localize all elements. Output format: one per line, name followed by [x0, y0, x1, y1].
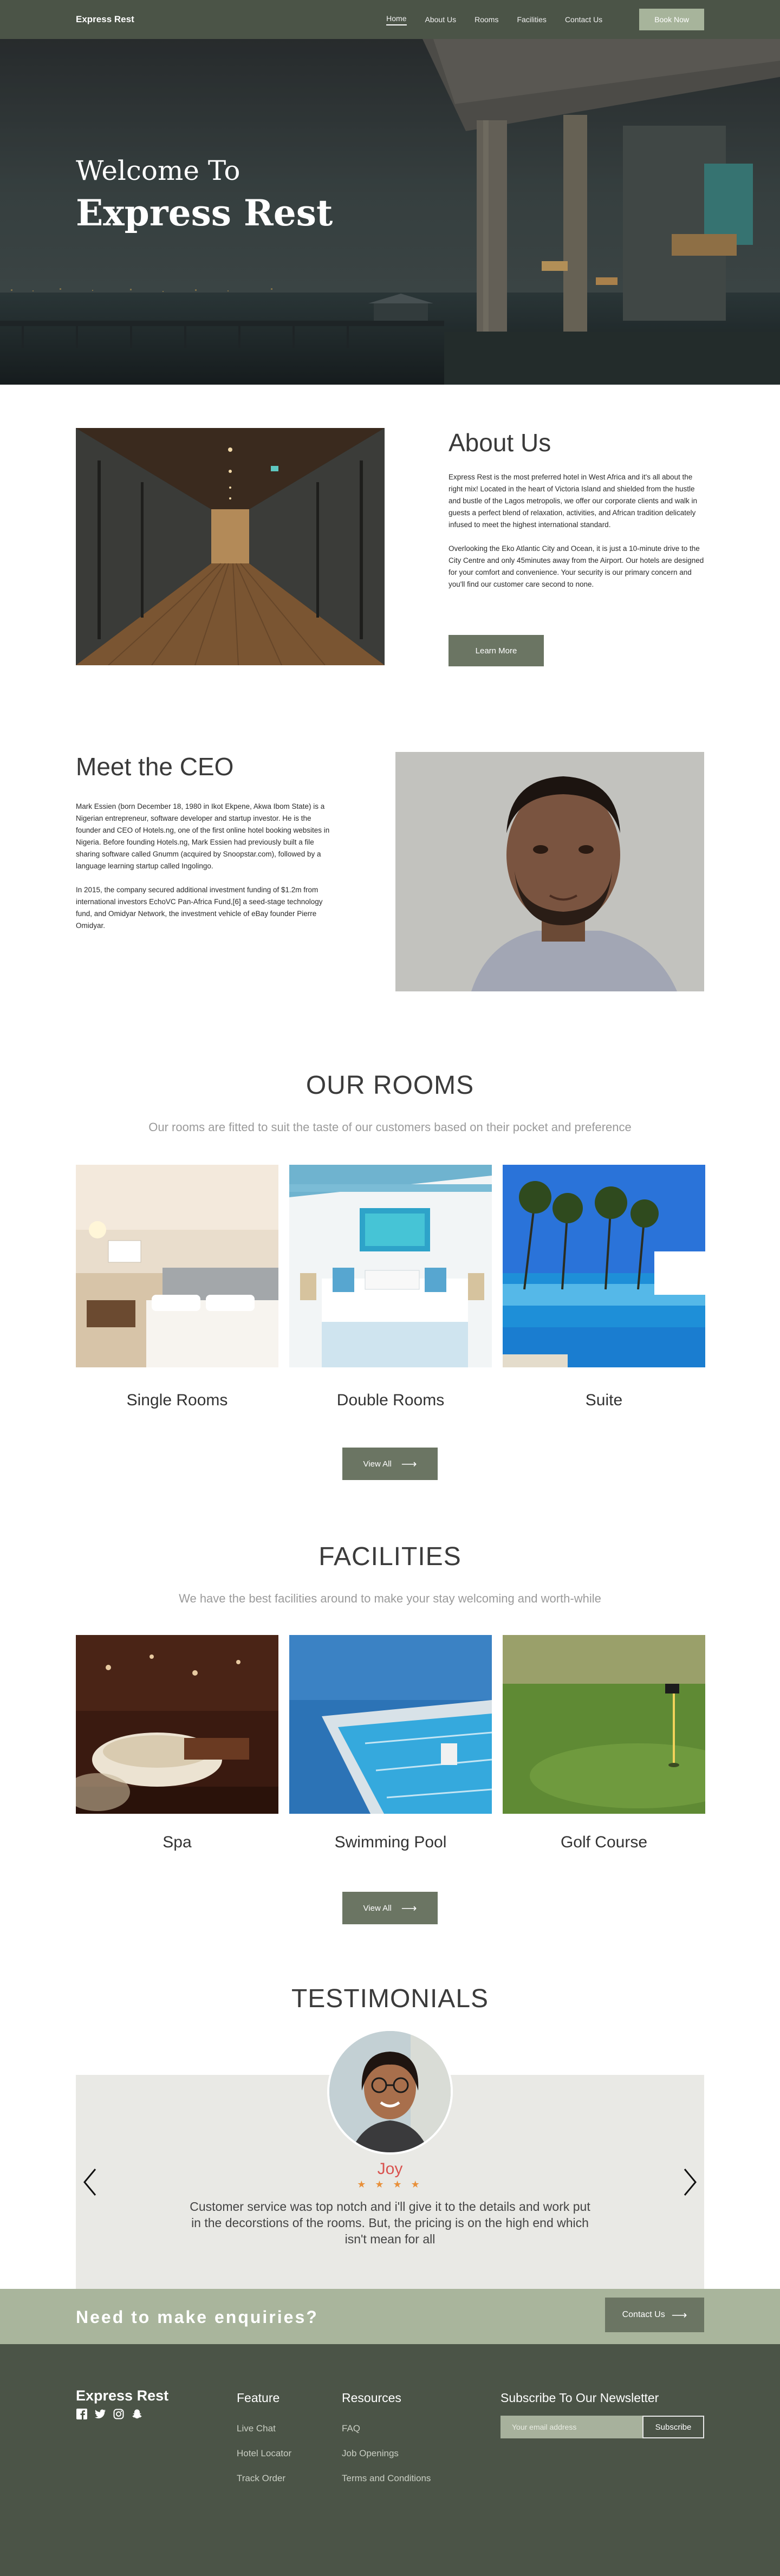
room-label-suite[interactable]: Suite — [503, 1391, 705, 1410]
hero-title: Express Rest — [76, 192, 333, 234]
snapchat-icon[interactable] — [131, 2408, 143, 2420]
double-room-image[interactable] — [289, 1165, 492, 1367]
enquiry-banner: Need to make enquiries? Contact Us ⟶ — [0, 2289, 780, 2344]
single-room-illustration — [76, 1165, 278, 1367]
footer: Express Rest Feature Live Chat Hotel Loc… — [0, 2344, 780, 2576]
suite-image[interactable] — [503, 1165, 705, 1367]
swimming-pool-image[interactable] — [289, 1635, 492, 1814]
about-body: Express Rest is the most preferred hotel… — [448, 471, 704, 602]
footer-link-track-order[interactable]: Track Order — [237, 2473, 285, 2484]
nav-link-contact[interactable]: Contact Us — [565, 15, 602, 24]
facility-label-spa[interactable]: Spa — [76, 1833, 278, 1852]
about-paragraph: Express Rest is the most preferred hotel… — [448, 473, 698, 529]
ceo-portrait-image — [395, 752, 704, 991]
ceo-paragraph: Mark Essien (born December 18, 1980 in I… — [76, 802, 330, 870]
pool-illustration — [289, 1635, 492, 1814]
subscribe-button[interactable]: Subscribe — [642, 2416, 704, 2438]
nav-link-home[interactable]: Home — [386, 14, 407, 25]
nav-links: Home About Us Rooms Facilities Contact U… — [386, 9, 704, 30]
contact-us-button[interactable]: Contact Us ⟶ — [605, 2298, 704, 2332]
book-now-button[interactable]: Book Now — [639, 9, 704, 30]
about-title: About Us — [448, 429, 551, 457]
arrow-right-icon: ⟶ — [401, 1902, 417, 1915]
single-room-image[interactable] — [76, 1165, 278, 1367]
avatar — [327, 2029, 453, 2155]
room-label-single[interactable]: Single Rooms — [76, 1391, 278, 1410]
golf-illustration — [503, 1635, 705, 1814]
facilities-title: FACILITIES — [318, 1542, 461, 1571]
nav-link-facilities[interactable]: Facilities — [517, 15, 546, 24]
footer-link-live-chat[interactable]: Live Chat — [237, 2423, 276, 2434]
rooms-subtitle: Our rooms are fitted to suit the taste o… — [148, 1120, 632, 1134]
rooms-view-all-button[interactable]: View All ⟶ — [342, 1448, 438, 1480]
testimonial-avatar-illustration — [329, 2031, 451, 2152]
ceo-paragraph: In 2015, the company secured additional … — [76, 886, 323, 930]
hallway-illustration — [76, 428, 385, 665]
facebook-icon[interactable] — [76, 2408, 88, 2420]
instagram-icon[interactable] — [113, 2408, 125, 2420]
testimonial-author: Joy — [377, 2160, 403, 2178]
contact-us-label: Contact Us — [622, 2310, 665, 2319]
brand-logo[interactable]: Express Rest — [76, 14, 134, 25]
chevron-right-icon[interactable] — [680, 2166, 700, 2198]
rating-stars: ★ ★ ★ ★ — [357, 2179, 423, 2190]
nav-link-rooms[interactable]: Rooms — [474, 15, 498, 24]
twitter-icon[interactable] — [94, 2408, 106, 2420]
enquiry-text: Need to make enquiries? — [76, 2307, 318, 2327]
footer-feature-title: Feature — [237, 2391, 280, 2405]
about-hallway-image — [76, 428, 385, 665]
room-label-double[interactable]: Double Rooms — [289, 1391, 492, 1410]
testimonials-title: TESTIMONIALS — [291, 1984, 489, 2013]
hero-banner: Welcome To Express Rest — [0, 39, 780, 385]
footer-link-terms[interactable]: Terms and Conditions — [342, 2473, 431, 2484]
footer-resources-title: Resources — [342, 2391, 401, 2405]
golf-course-image[interactable] — [503, 1635, 705, 1814]
facilities-subtitle: We have the best facilities around to ma… — [179, 1592, 601, 1605]
facility-label-golf[interactable]: Golf Course — [503, 1833, 705, 1852]
top-navbar: Express Rest Home About Us Rooms Facilit… — [0, 0, 780, 39]
spa-illustration — [76, 1635, 278, 1814]
chevron-left-icon[interactable] — [80, 2166, 100, 2198]
nav-link-about[interactable]: About Us — [425, 15, 457, 24]
suite-illustration — [503, 1165, 705, 1367]
view-all-label: View All — [363, 1903, 392, 1913]
rooms-title: OUR ROOMS — [306, 1071, 474, 1100]
view-all-label: View All — [363, 1459, 392, 1469]
arrow-right-icon: ⟶ — [401, 1458, 417, 1470]
social-links — [76, 2408, 143, 2420]
facility-label-pool[interactable]: Swimming Pool — [289, 1833, 492, 1852]
arrow-right-icon: ⟶ — [671, 2309, 687, 2321]
footer-brand: Express Rest — [76, 2387, 169, 2404]
facilities-view-all-button[interactable]: View All ⟶ — [342, 1892, 438, 1924]
testimonial-quote: Customer service was top notch and i'll … — [190, 2199, 590, 2246]
about-paragraph: Overlooking the Eko Atlantic City and Oc… — [448, 544, 704, 588]
newsletter-email-input[interactable] — [500, 2416, 642, 2438]
spa-image[interactable] — [76, 1635, 278, 1814]
ceo-title: Meet the CEO — [76, 752, 234, 781]
hero-welcome-text: Welcome To — [76, 155, 240, 186]
footer-link-faq[interactable]: FAQ — [342, 2423, 360, 2434]
footer-link-hotel-locator[interactable]: Hotel Locator — [237, 2448, 291, 2459]
footer-link-job-openings[interactable]: Job Openings — [342, 2448, 399, 2459]
double-room-illustration — [289, 1165, 492, 1367]
newsletter-title: Subscribe To Our Newsletter — [500, 2391, 659, 2405]
ceo-portrait-illustration — [395, 752, 704, 991]
learn-more-button[interactable]: Learn More — [448, 635, 544, 666]
ceo-body: Mark Essien (born December 18, 1980 in I… — [76, 801, 336, 944]
